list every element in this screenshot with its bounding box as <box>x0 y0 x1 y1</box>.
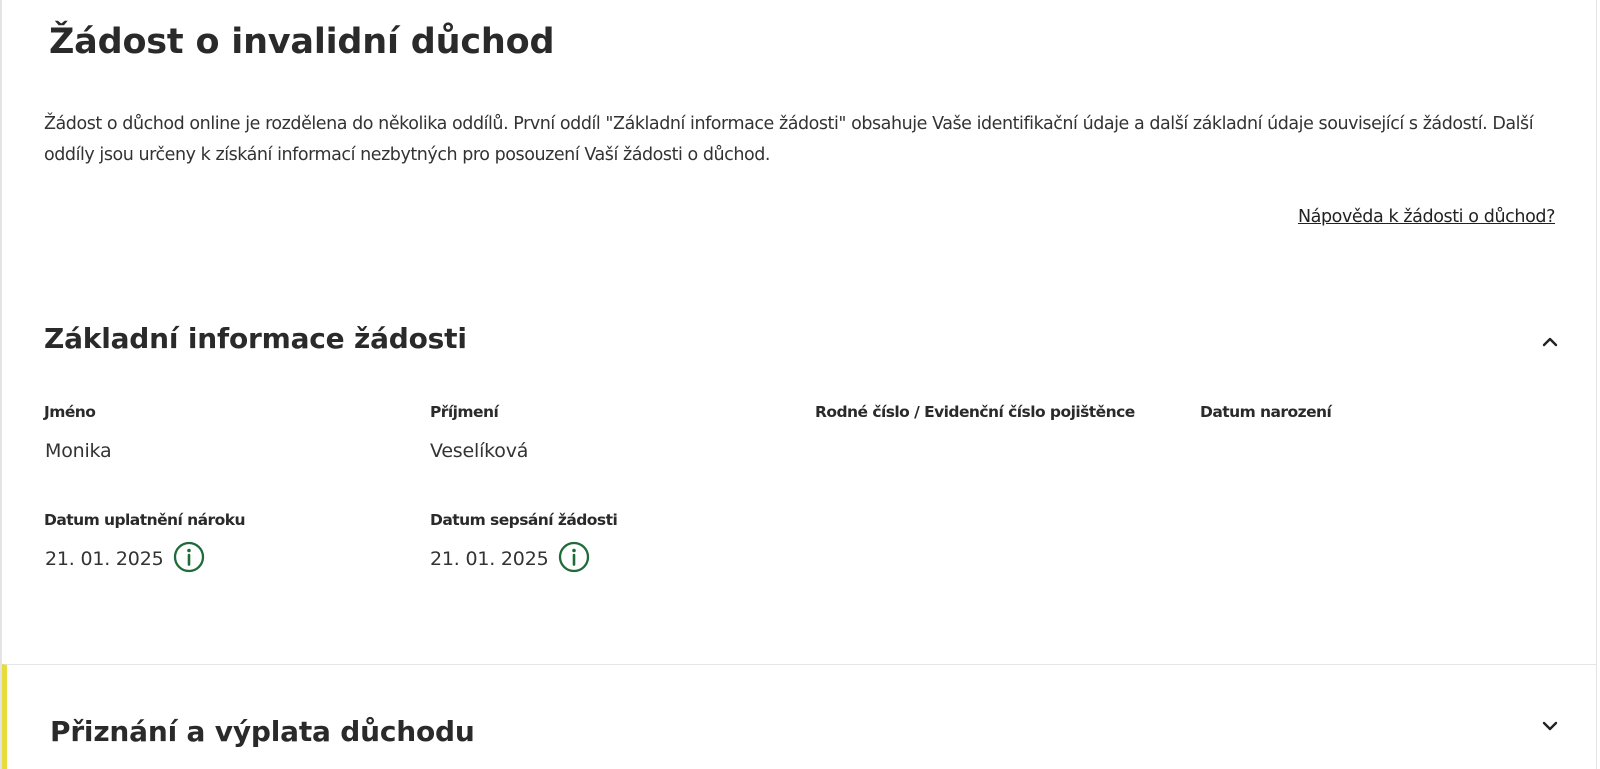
label-birth-date: Datum narození <box>1200 403 1332 421</box>
section-title-basic-info[interactable]: Základní informace žádosti <box>44 322 467 355</box>
section-title-award-payment[interactable]: Přiznání a výplata důchodu <box>50 715 475 748</box>
page-title: Žádost o invalidní důchod <box>49 22 555 62</box>
help-link[interactable]: Nápověda k žádosti o důchod? <box>1298 207 1555 227</box>
value-first-name: Monika <box>45 440 112 462</box>
label-last-name: Příjmení <box>430 403 499 421</box>
value-filing-date: 21. 01. 2025 <box>430 548 549 570</box>
info-icon[interactable] <box>173 541 205 573</box>
label-birth-number: Rodné číslo / Evidenční číslo pojištěnce <box>815 403 1135 421</box>
label-filing-date: Datum sepsání žádosti <box>430 511 618 529</box>
chevron-down-icon[interactable] <box>1539 715 1561 737</box>
intro-text: Žádost o důchod online je rozdělena do n… <box>44 114 1534 165</box>
label-claim-date: Datum uplatnění nároku <box>44 511 246 529</box>
application-form: Žádost o invalidní důchod Žádost o důcho… <box>0 0 1597 769</box>
value-claim-date: 21. 01. 2025 <box>45 548 164 570</box>
chevron-up-icon[interactable] <box>1539 331 1561 353</box>
value-last-name: Veselíková <box>430 440 529 462</box>
label-first-name: Jméno <box>44 403 96 421</box>
info-icon[interactable] <box>558 541 590 573</box>
section-award-payment[interactable]: Přiznání a výplata důchodu <box>2 664 1596 769</box>
